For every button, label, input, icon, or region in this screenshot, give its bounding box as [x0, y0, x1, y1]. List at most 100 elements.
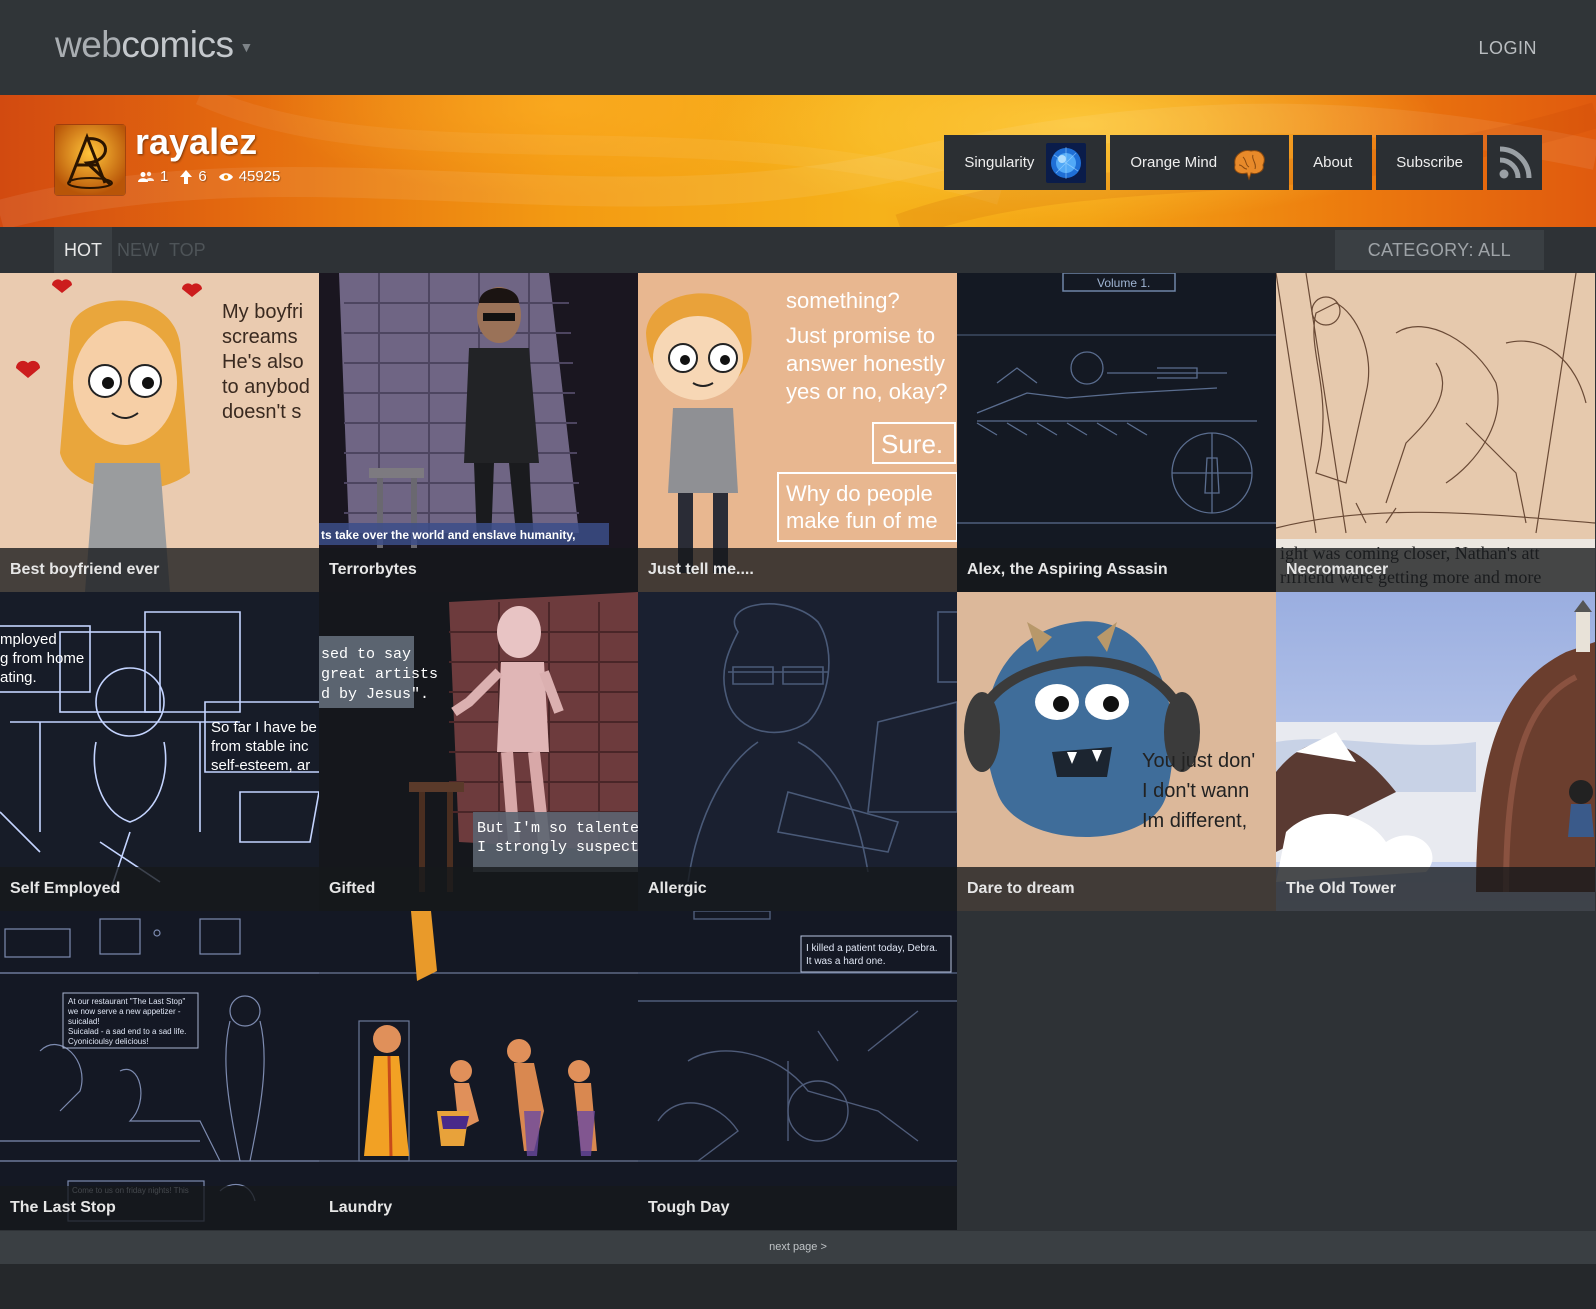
comic-thumbnail-image: ight was coming closer, Nathan's att rif…	[1276, 273, 1595, 592]
comic-tile-gifted[interactable]: sed to say great artists d by Jesus". Bu…	[319, 592, 638, 911]
rss-icon	[1499, 146, 1531, 178]
svg-text:self-esteem, ar: self-esteem, ar	[211, 757, 310, 774]
svg-text:mployed: mployed	[0, 631, 57, 648]
page-footer	[0, 1264, 1596, 1309]
svg-text:Sure.: Sure.	[881, 429, 943, 459]
comic-title: Gifted	[319, 867, 638, 911]
user-avatar[interactable]	[55, 125, 125, 195]
next-page-link[interactable]: next page >	[0, 1231, 1596, 1264]
svg-text:Why do people: Why do people	[786, 481, 933, 506]
svg-text:But I'm so talented t: But I'm so talented t	[477, 820, 638, 837]
upvote-icon	[180, 169, 193, 184]
comic-tile-the-old-tower[interactable]: The Old Tower	[1276, 592, 1595, 911]
avatar-monogram-icon	[55, 125, 125, 195]
svg-text:we now serve a new appetizer -: we now serve a new appetizer -	[67, 1007, 181, 1016]
comic-thumbnail-image: ts take over the world and enslave human…	[319, 273, 638, 592]
comic-tile-alex-the-aspiring-assasin[interactable]: Volume 1. Alex, the Aspiring Assasin	[957, 273, 1276, 592]
comic-title: Self Employed	[0, 867, 319, 911]
brand-light-text: web	[55, 24, 122, 65]
svg-text:to anybod: to anybod	[222, 376, 310, 398]
comic-thumbnail-image: mployed g from home ating. So far I have…	[0, 592, 319, 911]
comic-tile-the-last-stop[interactable]: At our restaurant "The Last Stop" we now…	[0, 911, 319, 1230]
comic-thumbnail-image	[638, 592, 957, 911]
svg-text:He's also: He's also	[222, 351, 304, 373]
svg-text:ating.: ating.	[0, 669, 37, 686]
svg-text:ts take over the world and ens: ts take over the world and enslave human…	[321, 528, 576, 542]
tab-hot[interactable]: HOT	[54, 227, 112, 273]
tab-top[interactable]: TOP	[164, 227, 211, 273]
sort-tabs: HOT NEW TOP	[54, 227, 211, 273]
singularity-button[interactable]: Singularity	[944, 135, 1107, 190]
followers-icon	[138, 171, 154, 182]
svg-text:So far I have be: So far I have be	[211, 719, 317, 736]
comic-tile-laundry[interactable]: Laundry	[319, 911, 638, 1230]
profile-banner: rayalez 1 6 45925 Singularity Orange Min…	[0, 95, 1596, 227]
pagination-bar: next page >	[0, 1231, 1596, 1264]
comic-thumbnail-image: At our restaurant "The Last Stop" we now…	[0, 911, 319, 1230]
dropdown-caret-icon[interactable]: ▼	[240, 39, 254, 55]
upvotes-count: 6	[198, 168, 207, 185]
category-dropdown[interactable]: CATEGORY: ALL	[1334, 230, 1544, 270]
comic-thumbnail-image	[319, 911, 638, 1230]
svg-text:screams: screams	[222, 326, 298, 348]
svg-text:great artists: great artists	[321, 666, 438, 683]
svg-text:answer honestly: answer honestly	[786, 351, 945, 376]
comic-tile-best-boyfriend-ever[interactable]: My boyfri screams He's also to anybod do…	[0, 273, 319, 592]
brand-bold-text: comics	[121, 24, 234, 65]
subscribe-button[interactable]: Subscribe	[1376, 135, 1483, 190]
comic-thumbnail-image: something? Just promise to answer honest…	[638, 273, 957, 592]
svg-text:My boyfri: My boyfri	[222, 301, 303, 323]
comic-thumbnail-image: You just don' I don't wann Im different,	[957, 592, 1276, 911]
comic-thumbnail-image: I killed a patient today, Debra. It was …	[638, 911, 957, 1230]
comic-title: Tough Day	[638, 1186, 957, 1230]
svg-text:Volume 1.: Volume 1.	[1097, 276, 1150, 290]
login-link[interactable]: LOGIN	[1478, 38, 1537, 59]
comic-tile-just-tell-me[interactable]: something? Just promise to answer honest…	[638, 273, 957, 592]
tab-new[interactable]: NEW	[112, 227, 164, 273]
svg-text:It was a hard one.: It was a hard one.	[806, 956, 886, 967]
comic-thumbnail-image: My boyfri screams He's also to anybod do…	[0, 273, 319, 592]
comic-tile-dare-to-dream[interactable]: You just don' I don't wann Im different,…	[957, 592, 1276, 911]
comic-tile-necromancer[interactable]: ight was coming closer, Nathan's att rif…	[1276, 273, 1595, 592]
profile-username[interactable]: rayalez	[135, 121, 257, 163]
comic-tile-tough-day[interactable]: I killed a patient today, Debra. It was …	[638, 911, 957, 1230]
svg-text:I killed a patient today, Debr: I killed a patient today, Debra.	[806, 943, 938, 954]
about-button[interactable]: About	[1293, 135, 1373, 190]
svg-text:d by Jesus".: d by Jesus".	[321, 686, 429, 703]
svg-text:Im different,: Im different,	[1142, 810, 1247, 832]
comic-title: Just tell me....	[638, 548, 957, 592]
views-count: 45925	[238, 168, 281, 185]
orange-mind-label: Orange Mind	[1130, 154, 1218, 171]
svg-text:something?: something?	[786, 288, 900, 313]
svg-text:yes or no, okay?: yes or no, okay?	[786, 379, 947, 404]
svg-text:Just promise to: Just promise to	[786, 323, 935, 348]
svg-text:doesn't s: doesn't s	[222, 401, 301, 423]
site-logo[interactable]: webcomics ▼	[55, 24, 253, 66]
comic-title: Terrorbytes	[319, 548, 638, 592]
comic-title: Laundry	[319, 1186, 638, 1230]
about-label: About	[1313, 154, 1353, 171]
svg-text:You just don': You just don'	[1142, 750, 1255, 772]
svg-text:Cyonicioulsy delicious!: Cyonicioulsy delicious!	[68, 1037, 148, 1046]
comic-tile-allergic[interactable]: Allergic	[638, 592, 957, 911]
orange-mind-button[interactable]: Orange Mind	[1110, 135, 1290, 190]
singularity-label: Singularity	[964, 154, 1035, 171]
svg-text:At our restaurant "The Last St: At our restaurant "The Last Stop"	[68, 997, 185, 1006]
comic-title: Dare to dream	[957, 867, 1276, 911]
profile-nav: Singularity Orange Mind About Subscribe	[944, 135, 1542, 190]
rss-button[interactable]	[1487, 135, 1542, 190]
svg-text:make fun of me: make fun of me	[786, 508, 938, 533]
svg-text:Suicalad - a sad end to a sad: Suicalad - a sad end to a sad life.	[68, 1027, 186, 1036]
comic-tile-self-employed[interactable]: mployed g from home ating. So far I have…	[0, 592, 319, 911]
svg-text:sed to say: sed to say	[321, 646, 411, 663]
comic-thumbnail-image: sed to say great artists d by Jesus". Bu…	[319, 592, 638, 911]
comic-title: The Last Stop	[0, 1186, 319, 1230]
comic-title: Allergic	[638, 867, 957, 911]
views-eye-icon	[218, 172, 233, 181]
comic-thumbnail-image: Volume 1.	[957, 273, 1276, 592]
comic-title: Best boyfriend ever	[0, 548, 319, 592]
comic-title: The Old Tower	[1276, 867, 1595, 911]
comic-thumbnail-image	[1276, 592, 1595, 911]
svg-text:I strongly suspect he: I strongly suspect he	[477, 839, 638, 856]
comic-tile-terrorbytes[interactable]: ts take over the world and enslave human…	[319, 273, 638, 592]
